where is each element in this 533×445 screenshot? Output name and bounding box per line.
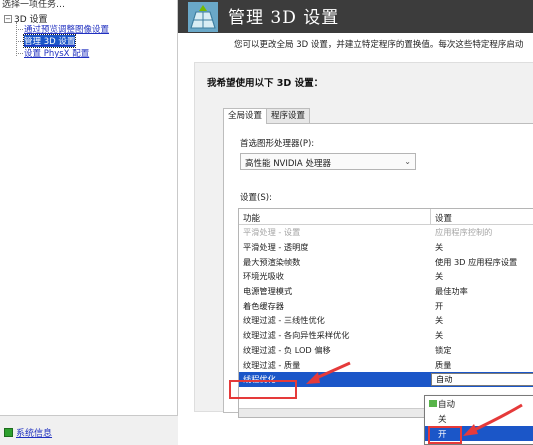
tab-program-settings[interactable]: 程序设置	[266, 108, 311, 123]
gpu-label: 首选图形处理器(P):	[240, 139, 315, 149]
row-value: 关	[435, 242, 444, 253]
dropdown-option-off[interactable]: 关	[425, 411, 533, 426]
global-settings-body: 首选图形处理器(P): 高性能 NVIDIA 处理器 ⌄ 设置(S): 功能 设…	[223, 123, 533, 418]
nvidia-control-panel: 选择一项任务… − 3D 设置 通过预览调整图像设置 管理 3D 设置 设置 P…	[0, 0, 533, 445]
tree-connector	[16, 22, 17, 56]
status-bar: 系统信息	[0, 415, 178, 445]
dropdown-option-label: 关	[438, 414, 447, 425]
table-row[interactable]: 着色缓存器 开	[239, 298, 533, 313]
table-row[interactable]: 最大预渲染帧数 使用 3D 应用程序设置	[239, 254, 533, 269]
gpu-select[interactable]: 高性能 NVIDIA 处理器 ⌄	[240, 153, 416, 170]
highlight-box-on-option	[428, 426, 462, 444]
row-value: 开	[435, 300, 444, 311]
row-value: 使用 3D 应用程序设置	[435, 256, 518, 267]
table-row[interactable]: 纹理过滤 - 质量 质量	[239, 357, 533, 372]
row-feature: 平滑处理 - 设置	[243, 227, 301, 238]
chevron-down-icon: ⌄	[404, 157, 411, 166]
3d-settings-icon	[188, 2, 218, 32]
main-content: 管理 3D 设置 您可以更改全局 3D 设置，并建立特定程序的置换值。每次这些特…	[178, 0, 533, 445]
row-value: 关	[435, 330, 444, 341]
row-value: 关	[435, 271, 444, 282]
row-feature: 纹理过滤 - 负 LOD 偏移	[243, 344, 331, 355]
page-title: 管理 3D 设置	[228, 8, 340, 28]
table-row[interactable]: 纹理过滤 - 三线性优化 关	[239, 313, 533, 328]
panel-heading: 我希望使用以下 3D 设置：	[207, 78, 324, 89]
collapse-icon[interactable]: −	[4, 14, 12, 23]
tree-item-label: 管理 3D 设置	[22, 34, 77, 48]
row-value: 锁定	[435, 344, 452, 355]
tree-item-manage-3d[interactable]: 管理 3D 设置	[18, 34, 77, 48]
table-row[interactable]: 平滑处理 - 设置 应用程序控制的	[239, 225, 533, 240]
row-feature: 着色缓存器	[243, 300, 284, 311]
tree-item-physx[interactable]: 设置 PhysX 配置	[18, 47, 89, 59]
table-row[interactable]: 纹理过滤 - 负 LOD 偏移 锁定	[239, 343, 533, 358]
highlight-box-thread-optimization	[229, 380, 297, 399]
task-tree-panel: 选择一项任务… − 3D 设置 通过预览调整图像设置 管理 3D 设置 设置 P…	[0, 0, 178, 415]
grid-header: 功能 设置	[239, 209, 533, 225]
table-row[interactable]: 电源管理模式 最佳功率	[239, 284, 533, 299]
dropdown-option-auto[interactable]: 自动	[425, 396, 533, 411]
table-row[interactable]: 纹理过滤 - 各向异性采样优化 关	[239, 328, 533, 343]
system-info-icon	[4, 428, 13, 437]
table-row[interactable]: 环境光吸收 关	[239, 269, 533, 284]
row-value: 质量	[435, 359, 452, 370]
row-feature: 电源管理模式	[243, 286, 293, 297]
tree-item-label: 设置 PhysX 配置	[24, 49, 90, 59]
dropdown-option-label: 自动	[438, 399, 456, 410]
tab-global-settings[interactable]: 全局设置	[223, 108, 268, 124]
row-value: 应用程序控制的	[435, 227, 493, 238]
row-value: 最佳功率	[435, 286, 468, 297]
gpu-select-value: 高性能 NVIDIA 处理器	[245, 159, 331, 169]
row-feature: 纹理过滤 - 质量	[243, 359, 301, 370]
system-info-link[interactable]: 系统信息	[4, 426, 52, 439]
column-header-feature[interactable]: 功能	[239, 209, 431, 224]
row-value: 关	[435, 315, 444, 326]
row-feature: 纹理过滤 - 各向异性采样优化	[243, 330, 350, 341]
row-feature: 平滑处理 - 透明度	[243, 242, 309, 253]
column-header-setting[interactable]: 设置	[431, 209, 456, 224]
page-banner: 管理 3D 设置	[178, 0, 533, 33]
tree-item-preview-adjust[interactable]: 通过预览调整图像设置	[18, 23, 109, 35]
nvidia-check-icon	[429, 400, 437, 407]
row-feature: 纹理过滤 - 三线性优化	[243, 315, 325, 326]
row-feature: 环境光吸收	[243, 271, 284, 282]
row-value-combo[interactable]: 自动	[431, 372, 533, 386]
page-intro: 您可以更改全局 3D 设置，并建立特定程序的置换值。每次这些特定程序启动	[234, 40, 524, 50]
row-feature: 最大预渲染帧数	[243, 256, 301, 267]
system-info-label: 系统信息	[16, 429, 53, 439]
task-header: 选择一项任务…	[2, 0, 66, 10]
settings-panel: 我希望使用以下 3D 设置： 全局设置 程序设置 首选图形处理器(P): 高性能…	[194, 62, 533, 418]
table-row[interactable]: 平滑处理 - 透明度 关	[239, 240, 533, 255]
settings-label: 设置(S):	[240, 193, 272, 203]
settings-tabs: 全局设置 程序设置	[223, 108, 311, 124]
tree-item-label: 通过预览调整图像设置	[24, 25, 110, 35]
